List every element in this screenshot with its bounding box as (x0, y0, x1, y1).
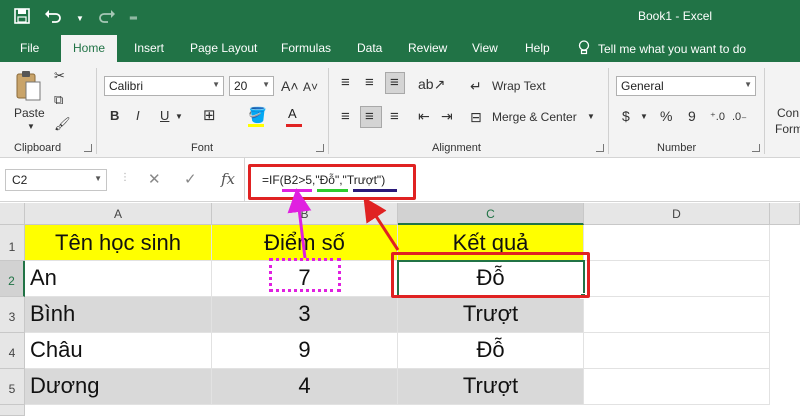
condition-arrow (287, 188, 312, 259)
annotation-arrows (287, 188, 400, 259)
result-arrow (363, 196, 400, 251)
